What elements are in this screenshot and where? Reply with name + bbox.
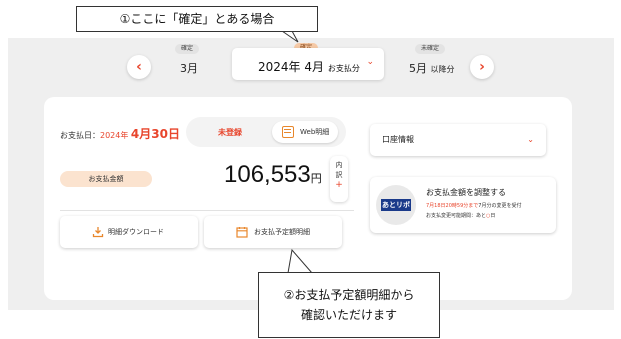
callout-2-line-2: 確認いただけます: [300, 308, 397, 322]
callout-1-pointer: [281, 30, 299, 43]
callout-2-pointer: [287, 248, 313, 274]
screenshot-stage: ‹ 確定 3月 確定 2024年 4月 お支払分 ⌄ 未確定 5月 以降分 › …: [0, 0, 621, 339]
callout-confirmed: ①ここに「確定」とある場合: [76, 6, 318, 32]
callout-2-line-1: ②お支払予定額明細から: [283, 288, 415, 302]
callout-statement: ②お支払予定額明細から 確認いただけます: [258, 272, 440, 338]
